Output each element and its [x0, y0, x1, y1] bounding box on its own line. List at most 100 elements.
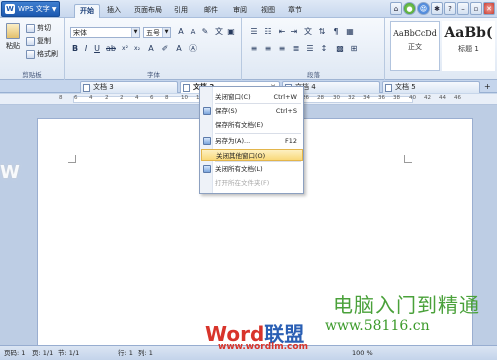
justify-icon[interactable]: ≣ — [291, 44, 301, 54]
ruler-number: 4 — [135, 95, 139, 101]
watermark-slogan: 电脑入门到精通 — [333, 293, 480, 317]
tab-chapter[interactable]: 章节 — [284, 4, 306, 18]
style-heading1-sample: AaBb( — [444, 25, 493, 41]
format-painter-button[interactable]: 格式刷 — [26, 49, 58, 59]
settings-icon[interactable]: ✱ — [431, 2, 443, 15]
restore-button[interactable]: ▫ — [470, 2, 482, 15]
underline-icon[interactable]: U — [92, 44, 102, 54]
minimize-button[interactable]: – — [457, 2, 469, 15]
app-menu-button[interactable]: W WPS 文字 ▼ — [1, 1, 60, 17]
menu-item-5[interactable]: 关闭所有文档(L) — [201, 163, 303, 175]
align-center-icon[interactable]: ≡ — [263, 44, 273, 54]
ruler-number: 38 — [393, 95, 400, 101]
increase-indent-icon[interactable]: ⇥ — [289, 27, 299, 37]
menu-item-6: 打开所在文件夹(F) — [201, 177, 303, 189]
plus-icon[interactable]: + — [484, 82, 491, 91]
menu-item-4[interactable]: 关闭其他窗口(O) — [201, 149, 303, 161]
font-group: 宋体 ▼ 五号 ▼ A A ✎ 文 ▣ B I U ab x² x₂ A ✐ A Ⓐ… — [66, 18, 242, 80]
ruler-number: 2 — [120, 95, 124, 101]
style-heading1[interactable]: AaBb( 标题 1 — [442, 21, 495, 71]
watermark-url: www.58116.cn — [325, 318, 430, 334]
menu-item-shortcut: Ctrl+S — [275, 107, 297, 115]
tab-page-layout[interactable]: 页面布局 — [130, 4, 166, 18]
tab-home[interactable]: 开始 — [74, 4, 100, 18]
pinyin-icon[interactable]: 文 — [214, 27, 224, 37]
tab-insert[interactable]: 插入 — [103, 4, 125, 18]
close-button[interactable]: ✕ — [483, 2, 495, 15]
style-normal-name: 正文 — [408, 43, 422, 51]
menu-item-3[interactable]: 另存为(A)... F12 — [201, 135, 303, 147]
menu-item-1[interactable]: 保存(S) Ctrl+S — [201, 105, 303, 117]
border-char-icon[interactable]: ▣ — [226, 27, 236, 37]
help-icon[interactable]: ? — [444, 2, 456, 15]
style-normal[interactable]: AaBbCcDd 正文 — [390, 21, 440, 71]
home-icon[interactable]: ⌂ — [390, 2, 402, 15]
zoom-level[interactable]: 100 % — [352, 346, 373, 360]
menu-item-0[interactable]: 关闭窗口(C) Ctrl+W — [201, 91, 303, 103]
grow-font-icon[interactable]: A — [176, 27, 186, 37]
ruler-number: 44 — [439, 95, 446, 101]
tab-references[interactable]: 引用 — [170, 4, 192, 18]
online-icon[interactable]: ● — [403, 2, 416, 15]
font-size-value: 五号 — [146, 29, 160, 37]
doc-tab-3[interactable]: 文档 3 — [80, 81, 178, 93]
ruler-number: 2 — [105, 95, 109, 101]
superscript-icon[interactable]: x² — [120, 44, 130, 54]
highlight-icon[interactable]: ✐ — [160, 44, 170, 54]
strikethrough-icon[interactable]: ab — [106, 44, 116, 54]
scissors-icon — [26, 23, 35, 33]
tab-view[interactable]: 视图 — [257, 4, 279, 18]
ruler-number: 6 — [74, 95, 78, 101]
sort-icon[interactable]: ⇅ — [317, 27, 327, 37]
enclosed-char-icon[interactable]: Ⓐ — [188, 44, 198, 54]
menu-item-2[interactable]: 保存所有文档(E) — [201, 119, 303, 131]
ruler-number: 4 — [89, 95, 93, 101]
copy-button[interactable]: 复制 — [26, 36, 51, 46]
menu-item-label: 关闭所有文档(L) — [215, 165, 263, 173]
status-pages: 页: 1/1 — [32, 349, 54, 357]
line-spacing-icon[interactable]: ↕ — [319, 44, 329, 54]
user-icon[interactable]: ☺ — [417, 2, 430, 15]
chevron-down-icon: ▼ — [162, 28, 170, 37]
distributed-icon[interactable]: ☰ — [305, 44, 315, 54]
bullets-icon[interactable]: ☰ — [249, 27, 259, 37]
decrease-indent-icon[interactable]: ⇤ — [277, 27, 287, 37]
menu-item-icon — [203, 107, 211, 115]
borders-icon[interactable]: ⊞ — [349, 44, 359, 54]
table-icon[interactable]: ▦ — [345, 27, 355, 37]
doc-tab-label: 文档 5 — [395, 83, 416, 91]
ruler-number: 8 — [59, 95, 63, 101]
paste-button[interactable]: 粘贴 — [4, 23, 22, 51]
italic-icon[interactable]: I — [81, 44, 91, 54]
font-size-combo[interactable]: 五号 ▼ — [143, 27, 171, 38]
doc-tab-5[interactable]: 文档 5 — [382, 81, 480, 93]
menu-item-label: 关闭窗口(C) — [215, 93, 251, 101]
font-color-icon[interactable]: A — [146, 44, 156, 54]
numbering-icon[interactable]: ☷ — [263, 27, 273, 37]
subscript-icon[interactable]: x₂ — [132, 44, 142, 54]
chinese-layout-icon[interactable]: 文 — [303, 27, 313, 37]
copy-icon — [26, 36, 35, 46]
paragraph-group: ☰ ☷ ⇤ ⇥ 文 ⇅ ¶ ▦ ≡ ≡ ≡ ≣ ☰ ↕ ▩ ⊞ 段落 — [243, 18, 385, 80]
document-icon — [183, 84, 190, 92]
menu-item-label: 关闭其他窗口(O) — [216, 152, 266, 160]
menu-item-label: 打开所在文件夹(F) — [215, 179, 270, 187]
char-shading-icon[interactable]: A — [174, 44, 184, 54]
ruler-number: 30 — [333, 95, 340, 101]
status-row: 行: 1 — [118, 349, 133, 357]
tab-review[interactable]: 审阅 — [229, 4, 251, 18]
font-name-combo[interactable]: 宋体 ▼ — [70, 27, 140, 38]
bold-icon[interactable]: B — [70, 44, 80, 54]
clear-format-icon[interactable]: ✎ — [200, 27, 210, 37]
cut-button[interactable]: 剪切 — [26, 23, 51, 33]
shrink-font-icon[interactable]: A — [188, 27, 198, 37]
tab-mailings[interactable]: 邮件 — [200, 4, 222, 18]
crop-mark — [404, 155, 412, 163]
shading-icon[interactable]: ▩ — [335, 44, 345, 54]
menu-separator — [215, 103, 301, 104]
cut-label: 剪切 — [37, 24, 51, 32]
show-marks-icon[interactable]: ¶ — [331, 27, 341, 37]
menu-item-label: 另存为(A)... — [215, 137, 251, 145]
align-right-icon[interactable]: ≡ — [277, 44, 287, 54]
align-left-icon[interactable]: ≡ — [249, 44, 259, 54]
